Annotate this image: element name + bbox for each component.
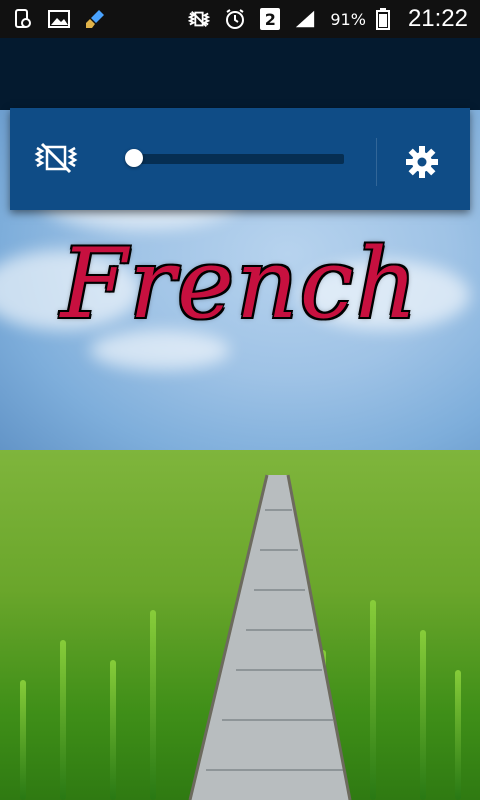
device-icon — [12, 8, 34, 30]
gallery-icon — [48, 8, 70, 30]
signal-icon — [294, 8, 316, 30]
battery-status: 91% — [330, 8, 394, 30]
volume-slider[interactable] — [120, 146, 346, 170]
language-title: French — [60, 228, 420, 340]
slider-thumb[interactable] — [125, 149, 143, 167]
mute-button[interactable] — [32, 138, 80, 178]
background-image — [0, 110, 480, 800]
status-bar: 2 91% 21:22 — [0, 0, 480, 38]
status-bar-left — [0, 8, 118, 30]
alarm-icon — [224, 8, 246, 30]
app-header — [0, 38, 480, 110]
sim-icon: 2 — [260, 8, 281, 30]
clock: 21:22 — [407, 5, 468, 32]
status-bar-right: 2 91% 21:22 — [176, 5, 480, 33]
slider-track — [128, 154, 344, 164]
divider — [376, 138, 377, 186]
gear-icon — [406, 146, 438, 178]
vibrate-off-icon — [34, 142, 78, 174]
battery-icon — [372, 8, 394, 30]
boardwalk — [188, 474, 352, 800]
cleaner-icon — [84, 8, 106, 30]
battery-percent: 91% — [330, 9, 366, 29]
vibrate-off-icon — [188, 8, 211, 30]
settings-button[interactable] — [394, 138, 450, 186]
audio-control-card — [10, 108, 470, 210]
